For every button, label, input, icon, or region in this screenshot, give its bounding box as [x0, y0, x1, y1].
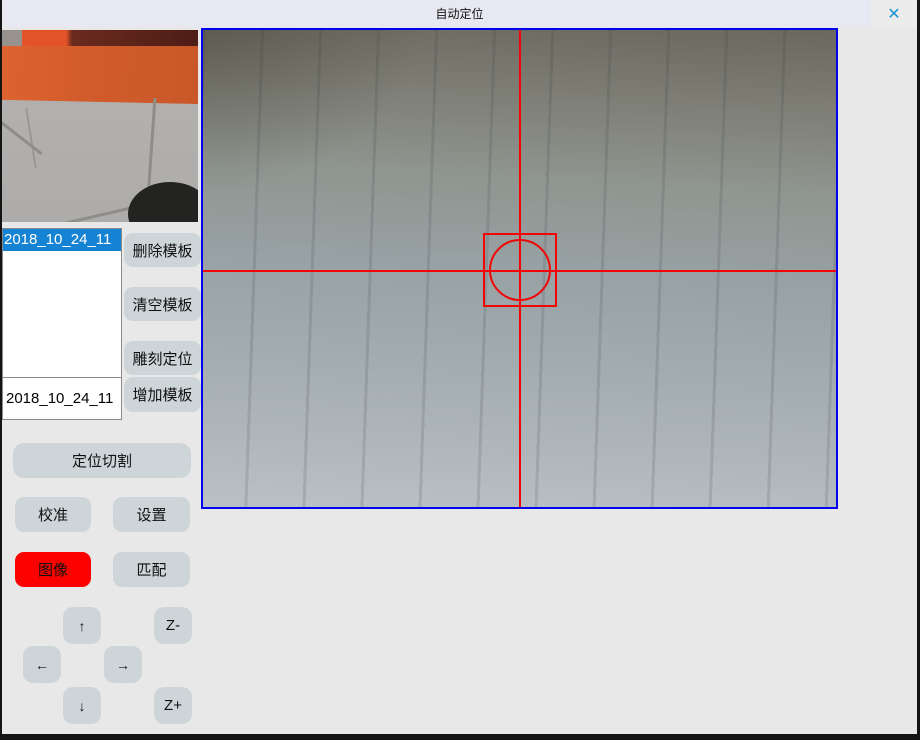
- jog-right-button[interactable]: →: [104, 646, 142, 683]
- settings-button[interactable]: 设置: [113, 497, 190, 532]
- camera-viewport[interactable]: [201, 28, 838, 509]
- arrow-down-icon: ↓: [79, 698, 86, 714]
- clear-templates-button[interactable]: 清空模板: [124, 287, 201, 321]
- position-cut-button[interactable]: 定位切割: [13, 443, 191, 478]
- template-name-input[interactable]: [2, 377, 122, 420]
- preview-tile-line: [2, 116, 43, 155]
- title-bar: 自动定位 ✕: [2, 0, 917, 27]
- template-list[interactable]: 2018_10_24_11: [2, 228, 122, 378]
- close-button[interactable]: ✕: [871, 0, 917, 27]
- engrave-position-button[interactable]: 雕刻定位: [124, 341, 201, 375]
- arrow-right-icon: →: [116, 657, 130, 673]
- dialog-content: 2018_10_24_11 删除模板 清空模板 雕刻定位 增加模板 定位切割 校…: [2, 27, 917, 734]
- preview-photo-top: [2, 30, 198, 46]
- calibrate-button[interactable]: 校准: [15, 497, 91, 532]
- arrow-up-icon: ↑: [79, 618, 86, 634]
- preview-photo-plank: [2, 40, 198, 104]
- template-list-item-selected[interactable]: 2018_10_24_11: [3, 229, 121, 251]
- jog-z-minus-button[interactable]: Z-: [154, 607, 192, 644]
- add-template-button[interactable]: 增加模板: [124, 377, 201, 412]
- delete-template-button[interactable]: 删除模板: [124, 233, 201, 267]
- arrow-left-icon: ←: [35, 657, 49, 673]
- image-button[interactable]: 图像: [15, 552, 91, 587]
- close-icon: ✕: [887, 4, 900, 24]
- template-preview-image: [2, 30, 198, 222]
- jog-left-button[interactable]: ←: [23, 646, 61, 683]
- jog-up-button[interactable]: ↑: [63, 607, 101, 644]
- jog-down-button[interactable]: ↓: [63, 687, 101, 724]
- preview-dark-object: [128, 182, 198, 222]
- preview-tile-line: [25, 108, 36, 168]
- auto-position-dialog: 自动定位 ✕ 2018_10_24_11 删除模板 清空模板 雕刻定位 增加模板…: [0, 0, 920, 740]
- dialog-title: 自动定位: [435, 5, 483, 22]
- jog-z-plus-button[interactable]: Z+: [154, 687, 192, 724]
- crosshair-target-circle: [489, 239, 551, 301]
- match-button[interactable]: 匹配: [113, 552, 190, 587]
